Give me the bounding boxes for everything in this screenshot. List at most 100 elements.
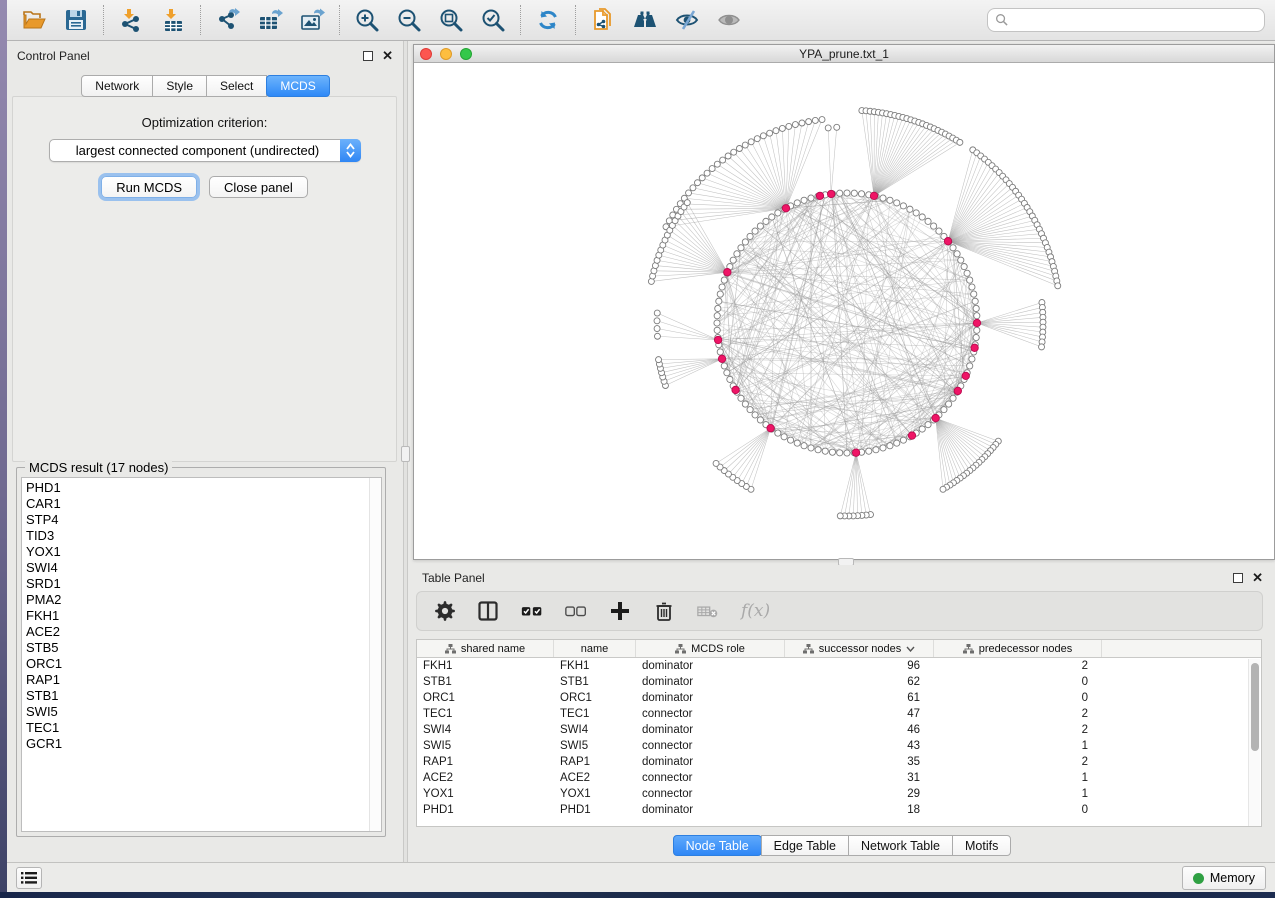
close-panel-icon[interactable]: ✕: [382, 51, 393, 61]
ring-node[interactable]: [972, 298, 978, 304]
leaf-node[interactable]: [742, 142, 748, 148]
ring-node[interactable]: [954, 251, 960, 257]
ring-node[interactable]: [974, 313, 980, 319]
ring-node[interactable]: [794, 200, 800, 206]
close-panel-icon[interactable]: ✕: [1252, 573, 1263, 583]
mcds-result-item[interactable]: YOX1: [22, 544, 381, 560]
ring-node[interactable]: [752, 412, 758, 418]
mcds-node[interactable]: [971, 344, 978, 351]
leaf-node[interactable]: [779, 125, 785, 131]
ring-node[interactable]: [794, 440, 800, 446]
ring-node[interactable]: [919, 426, 925, 432]
mcds-node[interactable]: [782, 205, 789, 212]
ring-node[interactable]: [873, 447, 879, 453]
leaf-node[interactable]: [654, 333, 660, 339]
leaf-node[interactable]: [792, 122, 798, 128]
table-row[interactable]: YOX1YOX1connector291: [417, 786, 1261, 802]
mcds-node[interactable]: [724, 269, 731, 276]
leaf-node[interactable]: [725, 153, 731, 159]
close-panel-button[interactable]: Close panel: [209, 176, 308, 198]
ring-node[interactable]: [858, 191, 864, 197]
ring-node[interactable]: [747, 407, 753, 413]
ring-node[interactable]: [727, 376, 733, 382]
table-row[interactable]: PHD1PHD1dominator180: [417, 802, 1261, 818]
table-settings-icon[interactable]: [433, 600, 455, 622]
ring-node[interactable]: [900, 203, 906, 209]
mcds-result-item[interactable]: GCR1: [22, 736, 381, 752]
ring-node[interactable]: [815, 447, 821, 453]
column-header-successor-nodes[interactable]: successor nodes: [785, 640, 934, 657]
leaf-node[interactable]: [812, 117, 818, 123]
leaf-node[interactable]: [819, 117, 825, 123]
ring-node[interactable]: [946, 401, 952, 407]
ring-node[interactable]: [887, 197, 893, 203]
ring-node[interactable]: [964, 270, 970, 276]
leaf-node[interactable]: [654, 318, 660, 324]
network-window-titlebar[interactable]: YPA_prune.txt_1: [414, 45, 1274, 63]
leaf-node[interactable]: [748, 139, 754, 145]
ring-node[interactable]: [714, 327, 720, 333]
leaf-node[interactable]: [704, 170, 710, 176]
mcds-node[interactable]: [767, 424, 774, 431]
ring-node[interactable]: [717, 291, 723, 297]
ring-node[interactable]: [763, 218, 769, 224]
leaf-node[interactable]: [714, 161, 720, 167]
ring-node[interactable]: [724, 370, 730, 376]
ring-node[interactable]: [851, 190, 857, 196]
mcds-node[interactable]: [718, 355, 725, 362]
delete-column-icon[interactable]: [653, 600, 675, 622]
function-builder-icon[interactable]: f(x): [741, 601, 770, 621]
deselect-all-checkboxes-icon[interactable]: [565, 600, 587, 622]
ring-node[interactable]: [738, 245, 744, 251]
ring-node[interactable]: [717, 349, 723, 355]
ring-node[interactable]: [787, 437, 793, 443]
ring-node[interactable]: [714, 320, 720, 326]
ring-node[interactable]: [961, 263, 967, 269]
ring-node[interactable]: [925, 218, 931, 224]
leaf-node[interactable]: [799, 120, 805, 126]
ring-node[interactable]: [837, 190, 843, 196]
ring-node[interactable]: [719, 284, 725, 290]
mcds-node[interactable]: [714, 336, 721, 343]
export-image-icon[interactable]: [297, 5, 327, 35]
leaf-node[interactable]: [656, 357, 662, 363]
ring-node[interactable]: [837, 450, 843, 456]
split-columns-icon[interactable]: [477, 600, 499, 622]
mcds-result-item[interactable]: RAP1: [22, 672, 381, 688]
table-row[interactable]: ORC1ORC1dominator610: [417, 690, 1261, 706]
leaf-node[interactable]: [736, 145, 742, 151]
ring-node[interactable]: [974, 327, 980, 333]
tab-node-table[interactable]: Node Table: [673, 835, 762, 856]
ring-node[interactable]: [734, 251, 740, 257]
ring-node[interactable]: [844, 450, 850, 456]
criterion-dropdown[interactable]: largest connected component (undirected): [49, 139, 361, 162]
clone-network-icon[interactable]: [588, 5, 618, 35]
mcds-node[interactable]: [852, 449, 859, 456]
ring-node[interactable]: [801, 443, 807, 449]
leaf-node[interactable]: [654, 326, 660, 332]
ring-node[interactable]: [958, 257, 964, 263]
leaf-node[interactable]: [786, 123, 792, 129]
leaf-node[interactable]: [690, 185, 696, 191]
mcds-node[interactable]: [816, 192, 823, 199]
ring-node[interactable]: [742, 239, 748, 245]
ring-node[interactable]: [971, 291, 977, 297]
table-row[interactable]: SWI5SWI5connector431: [417, 738, 1261, 754]
ring-node[interactable]: [716, 298, 722, 304]
panel-menu-button[interactable]: [16, 867, 42, 889]
float-panel-icon[interactable]: [1233, 573, 1243, 583]
ring-node[interactable]: [752, 228, 758, 234]
memory-button[interactable]: Memory: [1182, 866, 1266, 890]
mcds-result-item[interactable]: STB5: [22, 640, 381, 656]
float-panel-icon[interactable]: [363, 51, 373, 61]
leaf-node[interactable]: [720, 157, 726, 163]
leaf-node[interactable]: [1055, 283, 1061, 289]
delete-table-icon[interactable]: [697, 600, 719, 622]
zoom-fit-icon[interactable]: [436, 5, 466, 35]
ring-node[interactable]: [950, 245, 956, 251]
ring-node[interactable]: [721, 363, 727, 369]
ring-node[interactable]: [730, 257, 736, 263]
ring-node[interactable]: [801, 197, 807, 203]
import-network-icon[interactable]: [116, 5, 146, 35]
mcds-node[interactable]: [870, 192, 877, 199]
